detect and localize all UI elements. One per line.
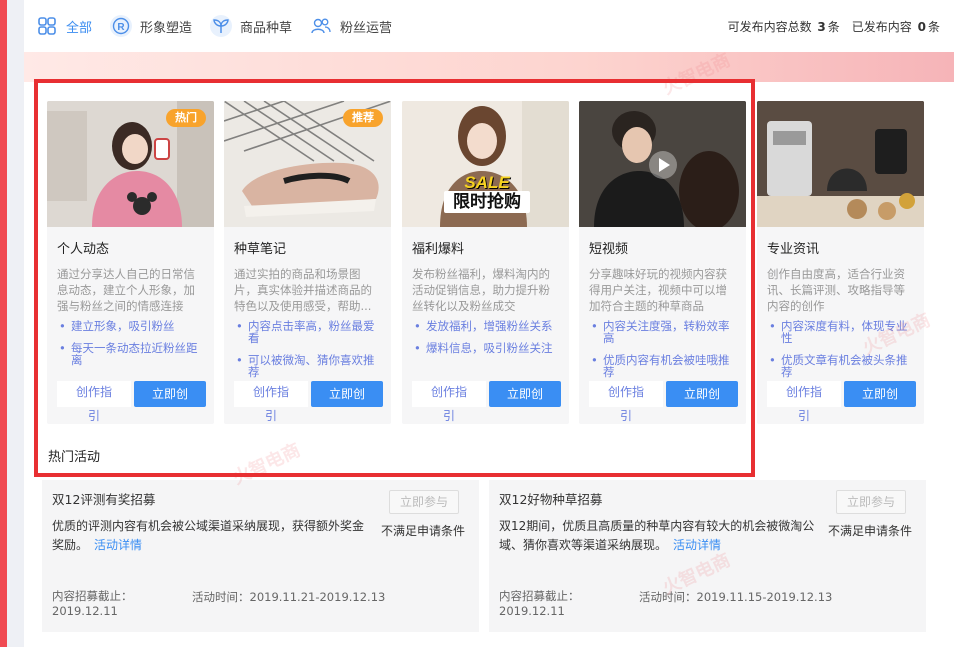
tab-fan-operation-label: 粉丝运营 [340, 20, 393, 36]
hot-tag: 热门 [166, 109, 206, 127]
recommend-tag: 推荐 [343, 109, 383, 127]
card-title: 种草笔记 [234, 242, 287, 257]
sprout-icon [210, 15, 233, 37]
feature-item: 建立形象，吸引粉丝 [57, 320, 207, 332]
content-card-seeding-note[interactable]: 推荐 种草笔记 通过实拍的商品和场景图片，真实体验并描述商品的特色以及使用感受，… [224, 101, 391, 424]
feature-item: 可以被微淘、猜你喜欢推荐 [234, 354, 384, 378]
feature-item: 内容深度有料，体现专业性 [767, 320, 917, 344]
recruit-deadline: 内容招募截止： 2019.12.11 [499, 589, 580, 618]
tab-product-seeding[interactable]: 商品种草 [210, 0, 292, 52]
creation-guide-wrap: 引 [87, 409, 100, 423]
card-thumbnail: SALE 限时抢购 [402, 101, 569, 227]
eligibility-note: 不满足申请条件 [827, 524, 912, 538]
card-feature-list: 内容深度有料，体现专业性 优质文章有机会被头条推荐 [767, 320, 917, 388]
card-feature-list: 内容关注度强，转粉效率高 优质内容有机会被哇哦推荐 [589, 320, 739, 388]
publish-summary: 可发布内容总数 3条 已发布内容 0条 [728, 18, 940, 35]
grid-icon [36, 15, 58, 37]
r-badge-icon: R [110, 15, 133, 37]
tab-image-building-label: 形象塑造 [140, 20, 193, 36]
tab-product-seeding-label: 商品种草 [240, 20, 293, 36]
activity-time: 活动时间：2019.11.15-2019.12.13 [639, 590, 833, 604]
content-card-welfare-deals[interactable]: SALE 限时抢购 福利爆料 发布粉丝福利，爆料淘内的活动促销信息，助力提升粉丝… [402, 101, 569, 424]
activity-description: 双12期间，优质且高质量的种草内容有较大的机会被微淘公域、猜你喜欢等渠道采纳展现… [499, 519, 815, 552]
activity-title: 双12好物种草招募 [499, 492, 603, 507]
card-description: 通过实拍的商品和场景图片，真实体验并描述商品的特色以及使用感受，帮助... [234, 267, 372, 313]
tab-image-building[interactable]: R 形象塑造 [110, 0, 192, 52]
creation-guide-button[interactable]: 创作指 [412, 381, 486, 407]
recruit-deadline: 内容招募截止： 2019.12.11 [52, 589, 133, 618]
activity-description: 优质的评测内容有机会被公域渠道采纳展现，获得额外奖金奖励。 活动详情 [52, 519, 365, 552]
content-card-personal-update[interactable]: 热门 个人动态 通过分享达人自己的日常信息动态，建立个人形象，加强与粉丝之间的情… [47, 101, 214, 424]
card-description: 创作自由度高，适合行业资讯、长篇评测、攻略指导等内容的创作 [767, 267, 905, 313]
card-description: 发布粉丝福利，爆料淘内的活动促销信息，助力提升粉丝转化以及粉丝成交 [412, 267, 550, 313]
tab-all-label: 全部 [66, 20, 93, 36]
content-card-professional-news[interactable]: 专业资讯 创作自由度高，适合行业资讯、长篇评测、攻略指导等内容的创作 内容深度有… [757, 101, 924, 424]
users-icon [310, 15, 332, 37]
content-card-short-video[interactable]: 短视频 分享趣味好玩的视频内容获得用户关注，视频中可以增加符合主题的种草商品 内… [579, 101, 746, 424]
card-title: 福利爆料 [412, 242, 465, 257]
creation-guide-wrap: 引 [619, 409, 632, 423]
join-now-button[interactable]: 立即参与 [836, 490, 906, 514]
published-summary: 已发布内容 0条 [851, 20, 940, 34]
feature-item: 爆料信息，吸引粉丝关注 [412, 342, 562, 354]
svg-text:R: R [117, 22, 125, 33]
limited-time-label: 限时抢购 [444, 191, 530, 213]
creation-guide-button[interactable]: 创作指 [57, 381, 131, 407]
sale-badge: SALE 限时抢购 [444, 173, 530, 213]
hot-activities-heading: 热门活动 [48, 450, 101, 465]
creation-guide-button[interactable]: 创作指 [767, 381, 841, 407]
card-thumbnail: 热门 [47, 101, 214, 227]
creation-guide-button[interactable]: 创作指 [234, 381, 308, 407]
card-thumbnail: 推荐 [224, 101, 391, 227]
card-description: 通过分享达人自己的日常信息动态，建立个人形象，加强与粉丝之间的情感连接 [57, 267, 195, 313]
creation-guide-wrap: 引 [442, 409, 455, 423]
create-now-button[interactable]: 立即创 [844, 381, 916, 407]
card-feature-list: 发放福利，增强粉丝关系 爆料信息，吸引粉丝关注 [412, 320, 562, 364]
join-now-button[interactable]: 立即参与 [389, 490, 459, 514]
create-now-button[interactable]: 立即创 [134, 381, 206, 407]
feature-item: 每天一条动态拉近粉丝距离 [57, 342, 207, 366]
create-now-button[interactable]: 立即创 [489, 381, 561, 407]
eligibility-note: 不满足申请条件 [380, 524, 465, 538]
card-thumbnail [757, 101, 924, 227]
feature-item: 优质文章有机会被头条推荐 [767, 354, 917, 378]
creation-guide-wrap: 引 [264, 409, 277, 423]
activity-title: 双12评测有奖招募 [52, 492, 156, 507]
total-summary: 可发布内容总数 3条 [727, 20, 840, 34]
left-gutter [7, 0, 24, 647]
card-title: 专业资讯 [767, 242, 820, 257]
create-now-button[interactable]: 立即创 [666, 381, 738, 407]
card-description: 分享趣味好玩的视频内容获得用户关注，视频中可以增加符合主题的种草商品 [589, 267, 727, 313]
category-tab-bar: 全部 R 形象塑造 商品种草 粉丝运营 可发布内容总数 3条 已发布内容 0条 [24, 0, 954, 52]
header-gradient-band [24, 52, 954, 82]
creation-guide-wrap: 引 [797, 409, 810, 423]
feature-item: 优质内容有机会被哇哦推荐 [589, 354, 739, 378]
activity-details-link[interactable]: 活动详情 [94, 538, 142, 552]
card-feature-list: 建立形象，吸引粉丝 每天一条动态拉近粉丝距离 [57, 320, 207, 376]
card-title: 个人动态 [57, 242, 110, 257]
card-feature-list: 内容点击率高，粉丝最爱看 可以被微淘、猜你喜欢推荐 [234, 320, 384, 388]
feature-item: 内容点击率高，粉丝最爱看 [234, 320, 384, 344]
card-thumbnail [579, 101, 746, 227]
tab-all[interactable]: 全部 [36, 0, 92, 52]
activity-panel-seeding: 双12好物种草招募 立即参与 双12期间，优质且高质量的种草内容有较大的机会被微… [489, 480, 926, 632]
feature-item: 发放福利，增强粉丝关系 [412, 320, 562, 332]
feature-item: 内容关注度强，转粉效率高 [589, 320, 739, 344]
left-accent-strip [0, 0, 7, 647]
card-title: 短视频 [589, 242, 629, 257]
sale-label: SALE [464, 173, 510, 192]
creation-guide-button[interactable]: 创作指 [589, 381, 663, 407]
create-now-button[interactable]: 立即创 [311, 381, 383, 407]
activity-details-link[interactable]: 活动详情 [673, 538, 721, 552]
activity-time: 活动时间：2019.11.21-2019.12.13 [192, 590, 386, 604]
tab-fan-operation[interactable]: 粉丝运营 [310, 0, 392, 52]
activity-panel-review: 双12评测有奖招募 立即参与 优质的评测内容有机会被公域渠道采纳展现，获得额外奖… [42, 480, 479, 632]
